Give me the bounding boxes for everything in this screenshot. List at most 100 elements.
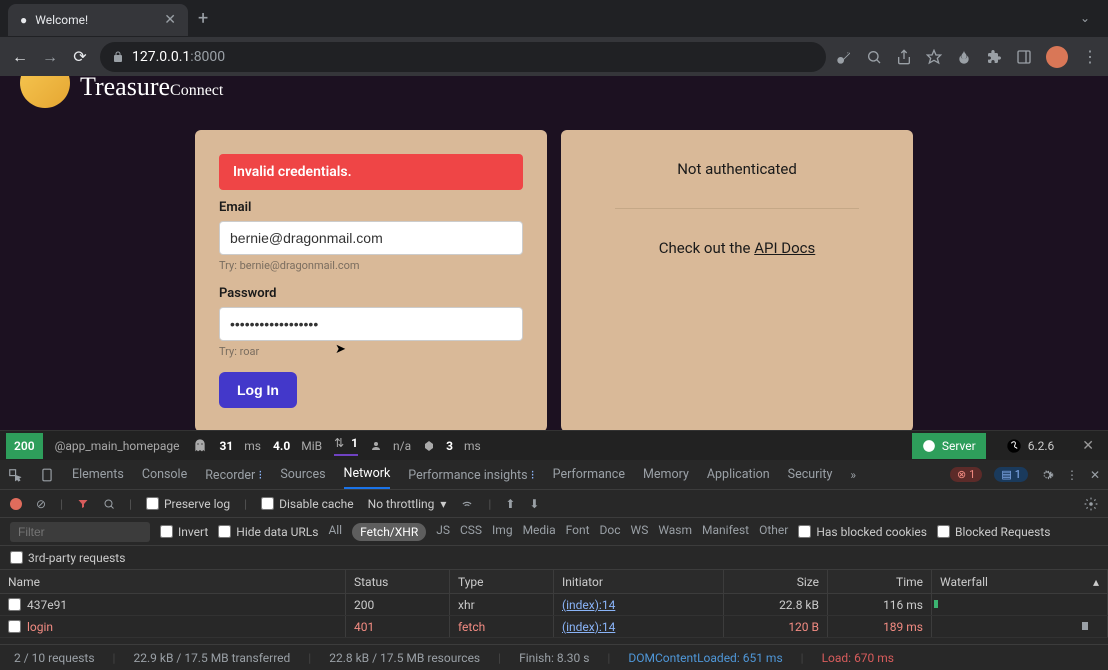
panel-icon[interactable]: [1016, 49, 1032, 65]
invert-check[interactable]: Invert: [160, 525, 208, 539]
type-pill-fetch-xhr[interactable]: Fetch/XHR: [352, 523, 426, 541]
type-pill-all[interactable]: All: [328, 523, 342, 541]
type-pill-media[interactable]: Media: [523, 523, 556, 541]
type-pill-img[interactable]: Img: [492, 523, 513, 541]
summary-transferred: 22.9 kB / 17.5 MB transferred: [133, 651, 290, 665]
devtools-tab-memory[interactable]: Memory: [643, 467, 689, 482]
gear-icon[interactable]: [1040, 468, 1054, 482]
close-icon[interactable]: ✕: [164, 12, 176, 28]
col-size[interactable]: Size: [724, 570, 828, 593]
password-field[interactable]: [219, 307, 523, 341]
devtools-tab-recorder[interactable]: Recorder ⁝: [205, 467, 262, 483]
sf-status-code[interactable]: 200: [6, 433, 43, 459]
blocked-requests-check[interactable]: Blocked Requests: [937, 525, 1050, 539]
extensions-icon[interactable]: [986, 49, 1002, 65]
devtools-close-icon[interactable]: ✕: [1090, 468, 1100, 482]
filter-icon[interactable]: [77, 498, 89, 510]
type-pill-wasm[interactable]: Wasm: [658, 523, 692, 541]
sf-ghost-icon[interactable]: [192, 438, 208, 454]
sf-render[interactable]: 3 ms: [423, 439, 481, 453]
wifi-icon[interactable]: [460, 497, 474, 511]
kebab-icon[interactable]: ⋮: [1066, 468, 1078, 482]
type-pill-font[interactable]: Font: [566, 523, 590, 541]
preserve-log-check[interactable]: Preserve log: [146, 497, 230, 511]
devtools-tab-performance[interactable]: Performance: [553, 467, 625, 482]
type-pill-doc[interactable]: Doc: [600, 523, 621, 541]
login-card: Invalid credentials. Email Try: bernie@d…: [195, 130, 547, 430]
type-pill-js[interactable]: JS: [436, 523, 450, 541]
tab-favicon: ●: [20, 13, 27, 27]
devtools-tab-elements[interactable]: Elements: [72, 467, 124, 482]
browser-chrome: ● Welcome! ✕ + ⌄ ← → ⟳ 127.0.0.1:8000 ⋮: [0, 0, 1108, 76]
sf-time[interactable]: 31 ms: [220, 439, 261, 453]
third-party-check[interactable]: 3rd-party requests: [10, 551, 125, 565]
upload-icon[interactable]: ⬆: [505, 497, 515, 511]
hide-data-urls-check[interactable]: Hide data URLs: [218, 525, 318, 539]
filter-input[interactable]: [10, 522, 150, 542]
download-icon[interactable]: ⬇: [529, 497, 539, 511]
table-row[interactable]: 437e91200xhr(index):1422.8 kB116 ms: [0, 594, 1108, 616]
disable-cache-check[interactable]: Disable cache: [261, 497, 354, 511]
col-type[interactable]: Type: [450, 570, 554, 593]
flame-icon[interactable]: [956, 49, 972, 65]
sf-close-icon[interactable]: ✕: [1074, 438, 1102, 454]
type-pill-manifest[interactable]: Manifest: [702, 523, 749, 541]
col-initiator[interactable]: Initiator: [554, 570, 724, 593]
url-field[interactable]: 127.0.0.1:8000: [100, 42, 826, 72]
sf-server[interactable]: Server: [912, 433, 986, 459]
divider: [615, 208, 859, 209]
devtools-tab-security[interactable]: Security: [788, 467, 833, 482]
devtools-tab-sources[interactable]: Sources: [280, 467, 325, 482]
brand-text: TreasureConnect: [80, 76, 223, 102]
more-tabs-icon[interactable]: »: [850, 468, 856, 482]
search-icon[interactable]: [866, 49, 882, 65]
blocked-cookies-check[interactable]: Has blocked cookies: [798, 525, 927, 539]
url-text: 127.0.0.1:8000: [132, 49, 225, 65]
new-tab-button[interactable]: +: [198, 8, 208, 29]
error-badge[interactable]: ⊗ 1: [950, 467, 982, 482]
avatar[interactable]: [1046, 46, 1068, 68]
devtools-tabs: Elements Console Recorder ⁝ Sources Network P…: [0, 460, 1108, 490]
password-label: Password: [219, 286, 523, 301]
info-badge[interactable]: ▤ 1: [994, 467, 1028, 482]
col-status[interactable]: Status: [346, 570, 450, 593]
login-button[interactable]: Log In: [219, 372, 297, 408]
api-docs-link[interactable]: API Docs: [754, 239, 815, 257]
type-pill-css[interactable]: CSS: [460, 523, 482, 541]
devtools-tab-network[interactable]: Network: [344, 466, 391, 489]
back-button[interactable]: ←: [10, 47, 30, 67]
tab-strip: ● Welcome! ✕ + ⌄: [0, 0, 1108, 36]
col-waterfall[interactable]: Waterfall▴: [932, 570, 1108, 593]
type-pill-other[interactable]: Other: [759, 523, 788, 541]
forward-button[interactable]: →: [40, 47, 60, 67]
summary-finish: Finish: 8.30 s: [519, 651, 589, 665]
search-network-icon[interactable]: [103, 498, 115, 510]
throttling-select[interactable]: No throttling ▾: [368, 497, 447, 511]
key-icon[interactable]: [836, 49, 852, 65]
clear-icon[interactable]: ⊘: [36, 497, 46, 511]
table-header: Name Status Type Initiator Size Time Wat…: [0, 570, 1108, 594]
network-gear-icon[interactable]: [1084, 497, 1098, 511]
devtools-tab-application[interactable]: Application: [707, 467, 770, 482]
menu-icon[interactable]: ⋮: [1082, 47, 1098, 66]
sf-requests[interactable]: ⇅ 1: [334, 436, 358, 456]
col-name[interactable]: Name: [0, 570, 346, 593]
star-icon[interactable]: [926, 49, 942, 65]
tabs-dropdown-icon[interactable]: ⌄: [1080, 11, 1100, 25]
inspect-icon[interactable]: [8, 468, 22, 482]
email-field[interactable]: [219, 221, 523, 255]
device-icon[interactable]: [40, 468, 54, 482]
browser-tab[interactable]: ● Welcome! ✕: [8, 4, 188, 36]
table-row[interactable]: login401fetch(index):14120 B189 ms: [0, 616, 1108, 638]
share-icon[interactable]: [896, 49, 912, 65]
record-button[interactable]: [10, 498, 22, 510]
sf-memory[interactable]: 4.0 MiB: [273, 439, 322, 453]
sf-route[interactable]: @app_main_homepage: [55, 439, 180, 453]
sf-user[interactable]: n/a: [370, 439, 411, 453]
reload-button[interactable]: ⟳: [70, 47, 90, 66]
col-time[interactable]: Time: [828, 570, 932, 593]
sf-version[interactable]: 6.2.6: [998, 438, 1063, 454]
type-pill-ws[interactable]: WS: [631, 523, 649, 541]
devtools-tab-performance-insights[interactable]: Performance insights ⁝: [408, 467, 534, 483]
devtools-tab-console[interactable]: Console: [142, 467, 187, 482]
